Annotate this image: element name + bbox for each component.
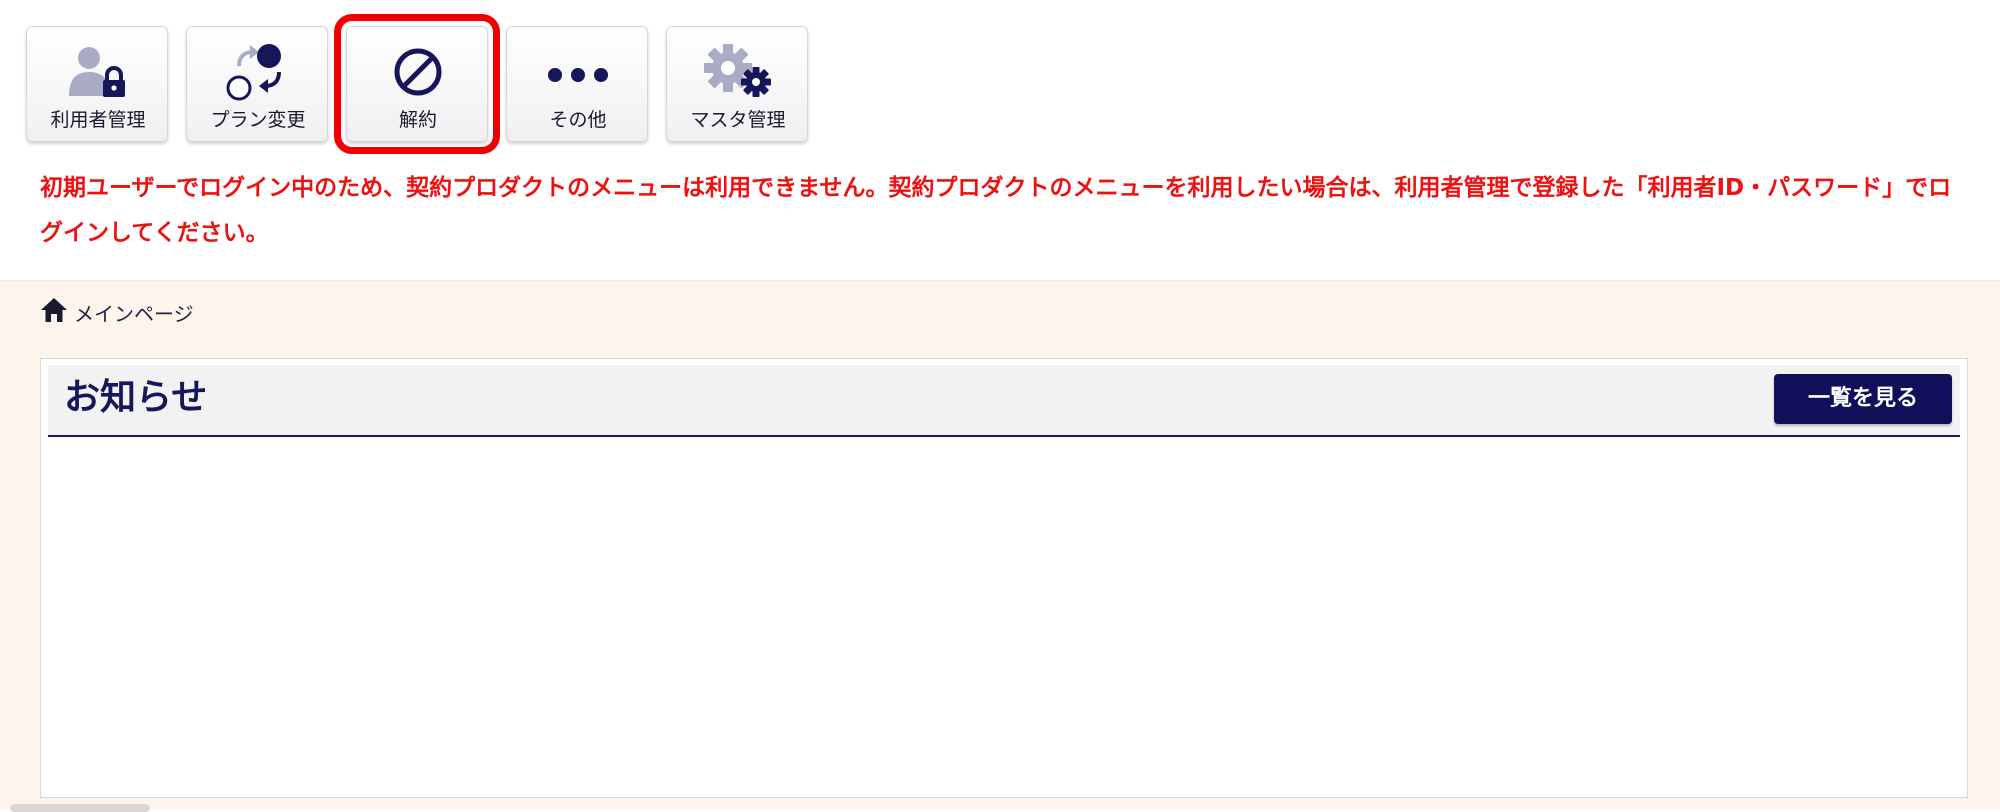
prohibited-icon (347, 41, 489, 103)
gear-icon (667, 41, 809, 103)
plan-change-icon (187, 41, 329, 103)
others-label: その他 (549, 109, 607, 131)
cancel-contract-label: 解約 (398, 109, 437, 131)
master-management-label: マスタ管理 (690, 109, 786, 131)
user-lock-icon (27, 41, 169, 103)
cancel-contract-button[interactable]: 解約 (334, 14, 500, 154)
news-panel: お知らせ 一覧を見る (40, 358, 1968, 798)
others-button[interactable]: その他 (506, 26, 648, 142)
home-icon[interactable] (40, 296, 68, 328)
user-management-label: 利用者管理 (50, 109, 146, 131)
more-dots-icon (507, 41, 649, 103)
master-management-button[interactable]: マスタ管理 (666, 26, 808, 142)
news-title: お知らせ (64, 377, 208, 418)
top-area: 利用者管理 プラン変更 解約 その他 マスタ管理 初期ユーザーでログイン中のため… (0, 0, 2000, 281)
news-panel-header: お知らせ 一覧を見る (48, 365, 1960, 437)
login-warning-message: 初期ユーザーでログイン中のため、契約プロダクトのメニューは利用できません。契約プ… (40, 175, 1952, 246)
horizontal-scrollbar[interactable] (10, 804, 150, 812)
breadcrumb-home-link[interactable]: メインページ (74, 298, 194, 327)
breadcrumb: メインページ (40, 296, 194, 328)
user-management-button[interactable]: 利用者管理 (26, 26, 168, 142)
plan-change-label: プラン変更 (210, 109, 306, 131)
plan-change-button[interactable]: プラン変更 (186, 26, 328, 142)
main-toolbar: 利用者管理 プラン変更 解約 その他 マスタ管理 (0, 0, 2000, 160)
view-all-button[interactable]: 一覧を見る (1774, 374, 1952, 424)
